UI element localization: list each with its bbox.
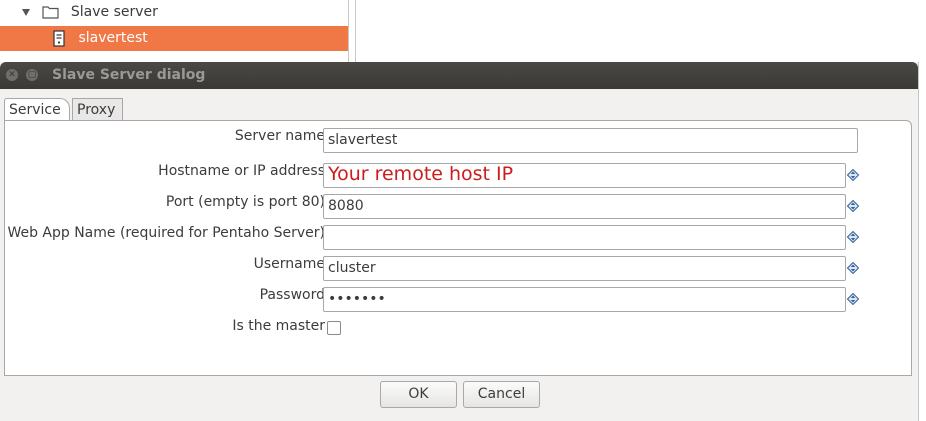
pane-divider[interactable] xyxy=(348,0,349,62)
folder-icon xyxy=(42,6,60,19)
tree-item-slavertest[interactable]: slavertest xyxy=(0,26,348,51)
repository-tree: Slave server slavertest xyxy=(0,0,348,62)
port-input[interactable]: 8080 xyxy=(323,194,846,219)
password-label: Password xyxy=(259,287,325,303)
dialog-title: Slave Server dialog xyxy=(52,67,206,83)
server-icon xyxy=(53,29,65,47)
server-name-input[interactable]: slavertest xyxy=(323,128,858,153)
variable-diamond-icon[interactable] xyxy=(847,293,859,305)
tree-item-label: slavertest xyxy=(78,30,148,46)
tree-item-slave-server[interactable]: Slave server xyxy=(22,0,158,25)
tab-proxy[interactable]: Proxy xyxy=(72,98,123,120)
hostname-input[interactable]: Your remote host IP xyxy=(323,163,846,188)
is-master-label: Is the master xyxy=(232,318,325,334)
is-master-checkbox[interactable] xyxy=(327,321,341,335)
variable-diamond-icon[interactable] xyxy=(847,262,859,274)
webapp-label: Web App Name (required for Pentaho Serve… xyxy=(7,225,325,241)
webapp-input[interactable] xyxy=(323,225,846,250)
username-label: Username xyxy=(253,256,325,272)
cancel-button[interactable]: Cancel xyxy=(463,381,540,408)
variable-diamond-icon[interactable] xyxy=(847,200,859,212)
slave-server-dialog: ✕ ▢ Slave Server dialog Service Proxy Se… xyxy=(0,62,919,421)
port-label: Port (empty is port 80) xyxy=(165,194,325,210)
password-input[interactable]: ••••••• xyxy=(323,287,846,312)
hostname-value: Your remote host IP xyxy=(328,163,514,185)
minimize-icon[interactable]: ▢ xyxy=(26,69,38,81)
hostname-label: Hostname or IP address xyxy=(158,163,325,179)
variable-diamond-icon[interactable] xyxy=(847,169,859,181)
expand-triangle-icon[interactable] xyxy=(22,8,30,16)
variable-diamond-icon[interactable] xyxy=(847,231,859,243)
tab-service[interactable]: Service xyxy=(4,98,70,120)
tree-item-label: Slave server xyxy=(70,4,158,20)
close-icon[interactable]: ✕ xyxy=(6,69,18,81)
dialog-titlebar[interactable]: ✕ ▢ Slave Server dialog xyxy=(0,62,918,89)
username-input[interactable]: cluster xyxy=(323,256,846,281)
ok-button[interactable]: OK xyxy=(380,381,457,408)
pane-divider-edge xyxy=(355,0,356,62)
server-name-label: Server name xyxy=(234,128,325,144)
